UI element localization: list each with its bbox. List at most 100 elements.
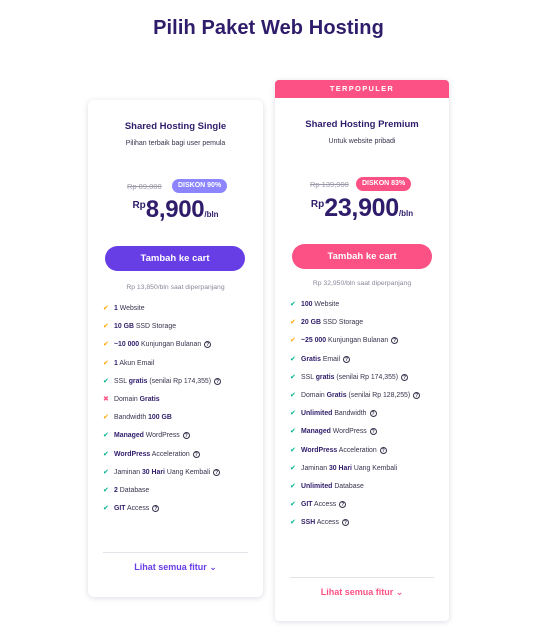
- feature-list: ✔ 1 Website ✔ 10 GB SSD Storage ✔ ~10 000 Kun…: [103, 304, 253, 522]
- discount-badge: DISKON 90%: [172, 179, 228, 193]
- help-circle-icon[interactable]: ?: [401, 373, 409, 381]
- feature-highlight: 100 GB: [148, 414, 172, 422]
- help-circle-icon[interactable]: ?: [343, 355, 351, 363]
- popular-ribbon: TERPOPULER: [275, 80, 449, 98]
- feature-text: SSL: [301, 373, 316, 381]
- help-circle-icon[interactable]: ?: [391, 337, 399, 345]
- feature-text: WordPress: [143, 432, 180, 440]
- red-cross-icon: ✖: [103, 395, 109, 403]
- feature-text: Akun Email: [117, 359, 155, 367]
- feature-text: Kunjungan Bulanan: [326, 337, 389, 345]
- plan-name: Shared Hosting Premium: [305, 119, 419, 130]
- price-amount: 8,900: [145, 196, 205, 223]
- feature-item: ✔ SSH Access?: [290, 518, 440, 528]
- help-circle-icon[interactable]: ?: [339, 501, 347, 509]
- divider: [103, 552, 248, 553]
- feature-item: ✔ 1 Akun Email: [103, 359, 253, 369]
- help-circle-icon[interactable]: ?: [204, 341, 212, 349]
- green-check-icon: ✔: [290, 428, 296, 436]
- help-circle-icon[interactable]: ?: [341, 519, 349, 527]
- green-check-icon: ✔: [103, 450, 109, 458]
- green-check-icon: ✔: [290, 410, 296, 418]
- feature-text: Acceleration: [337, 446, 377, 454]
- price-currency: Rp: [132, 200, 146, 211]
- feature-list: ✔ 100 Website ✔ 20 GB SSD Storage ✔ ~25 000 K…: [290, 300, 440, 536]
- help-circle-icon[interactable]: ?: [213, 468, 221, 476]
- feature-text: (senilai Rp 128,255): [346, 391, 411, 399]
- feature-highlight: gratis: [315, 373, 335, 381]
- feature-text: Uang Kembali: [164, 468, 211, 476]
- price-amount: 23,900: [324, 194, 399, 222]
- feature-highlight: Managed: [301, 428, 331, 436]
- feature-highlight: Gratis: [139, 395, 160, 403]
- see-all-label: Lihat semua fitur: [134, 562, 207, 572]
- orange-check-icon: ✔: [290, 337, 296, 345]
- see-all-features-link[interactable]: Lihat semua fitur ⌄: [275, 587, 449, 598]
- help-circle-icon[interactable]: ?: [369, 410, 377, 418]
- feature-highlight: Gratis: [326, 391, 347, 399]
- feature-text: (senilai Rp 174,355): [334, 373, 399, 381]
- add-to-cart-button[interactable]: Tambah ke cart: [105, 246, 245, 271]
- help-circle-icon[interactable]: ?: [379, 446, 387, 454]
- feature-text: Database: [117, 486, 150, 494]
- plan-card-premium: TERPOPULER Shared Hosting Premium Untuk …: [275, 80, 449, 621]
- feature-text: Jaminan: [301, 464, 329, 472]
- feature-item: ✔ 100 Website: [290, 300, 440, 310]
- see-all-features-link[interactable]: Lihat semua fitur ⌄: [88, 562, 263, 573]
- feature-item: ✔ ~10 000 Kunjungan Bulanan?: [103, 340, 253, 350]
- feature-item: ✔ Unlimited Database: [290, 482, 440, 492]
- orange-check-icon: ✔: [290, 319, 296, 327]
- price: Rp23,900/bln: [275, 194, 449, 223]
- price: Rp8,900/bln: [88, 196, 263, 224]
- feature-text: Email: [320, 355, 341, 363]
- feature-text: Bandwidth: [332, 410, 367, 418]
- chevron-down-icon: ⌄: [395, 587, 404, 597]
- chevron-down-icon: ⌄: [209, 562, 217, 572]
- feature-item: ✔ WordPress Acceleration?: [103, 450, 253, 460]
- plan-description: Pilihan terbaik bagi user pemula: [125, 140, 226, 147]
- help-circle-icon[interactable]: ?: [152, 505, 160, 513]
- feature-text: SSD Storage: [133, 323, 177, 331]
- plan-name: Shared Hosting Single: [124, 121, 227, 132]
- add-to-cart-button[interactable]: Tambah ke cart: [292, 244, 432, 269]
- see-all-label: Lihat semua fitur: [320, 587, 394, 597]
- feature-item: ✔ 10 GB SSD Storage: [103, 322, 253, 332]
- help-circle-icon[interactable]: ?: [192, 450, 200, 458]
- orange-check-icon: ✔: [103, 323, 109, 331]
- green-check-icon: ✔: [290, 519, 296, 527]
- feature-text: WordPress: [330, 428, 367, 436]
- help-circle-icon[interactable]: ?: [182, 432, 190, 440]
- green-check-icon: ✔: [103, 468, 109, 476]
- feature-text: Domain: [114, 395, 140, 403]
- feature-text: (senilai Rp 174,355): [147, 377, 212, 385]
- green-check-icon: ✔: [103, 377, 109, 385]
- help-circle-icon[interactable]: ?: [369, 428, 377, 436]
- feature-highlight: Unlimited: [301, 410, 333, 418]
- feature-item: ✔ 20 GB SSD Storage: [290, 318, 440, 328]
- feature-text: Bandwidth: [114, 414, 149, 422]
- feature-highlight: WordPress: [301, 446, 338, 454]
- feature-item: ✔ Domain Gratis (senilai Rp 128,255)?: [290, 391, 440, 401]
- renewal-price: Rp 32,950/bln saat diperpanjang: [312, 280, 412, 287]
- feature-highlight: ~25 000: [301, 337, 327, 345]
- feature-text: Jaminan: [114, 468, 142, 476]
- feature-highlight: 20 GB: [301, 319, 321, 327]
- help-circle-icon[interactable]: ?: [214, 377, 222, 385]
- feature-text: Website: [312, 301, 340, 308]
- divider: [290, 577, 434, 578]
- feature-item: ✔ Managed WordPress?: [290, 427, 440, 437]
- plan-description: Untuk website pribadi: [328, 138, 396, 145]
- feature-item: ✔ GIT Access?: [103, 504, 253, 514]
- orange-check-icon: ✔: [103, 414, 109, 422]
- feature-item: ✔ 2 Database: [103, 486, 253, 496]
- old-price: Rp 89,000: [127, 182, 162, 191]
- price-currency: Rp: [310, 199, 325, 210]
- discount-badge: DISKON 83%: [356, 177, 412, 191]
- price-period: /bln: [398, 209, 414, 218]
- feature-highlight: Gratis: [301, 355, 321, 363]
- feature-item: ✔ Managed WordPress?: [103, 431, 253, 441]
- feature-item: ✔ Jaminan 30 Hari Uang Kembali?: [103, 468, 253, 478]
- feature-item: ✔ 1 Website: [103, 304, 253, 314]
- help-circle-icon[interactable]: ?: [413, 391, 421, 399]
- feature-item: ✔ Unlimited Bandwidth?: [290, 409, 440, 419]
